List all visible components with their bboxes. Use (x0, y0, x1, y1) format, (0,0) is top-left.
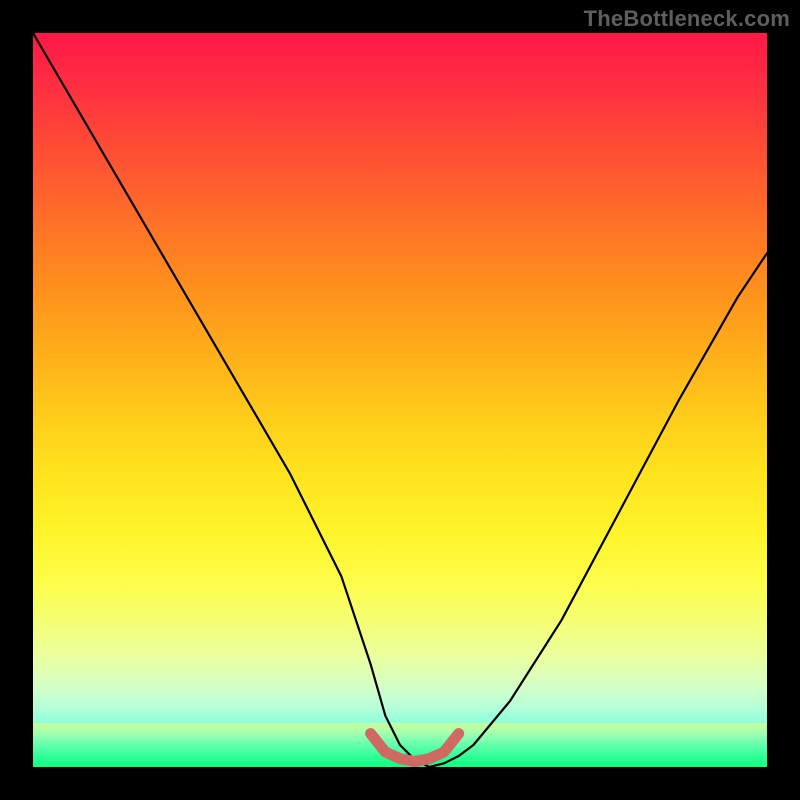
chart-frame: TheBottleneck.com (0, 0, 800, 800)
bottleneck-curve (33, 33, 767, 767)
watermark-text: TheBottleneck.com (584, 6, 790, 32)
plot-area (33, 33, 767, 767)
